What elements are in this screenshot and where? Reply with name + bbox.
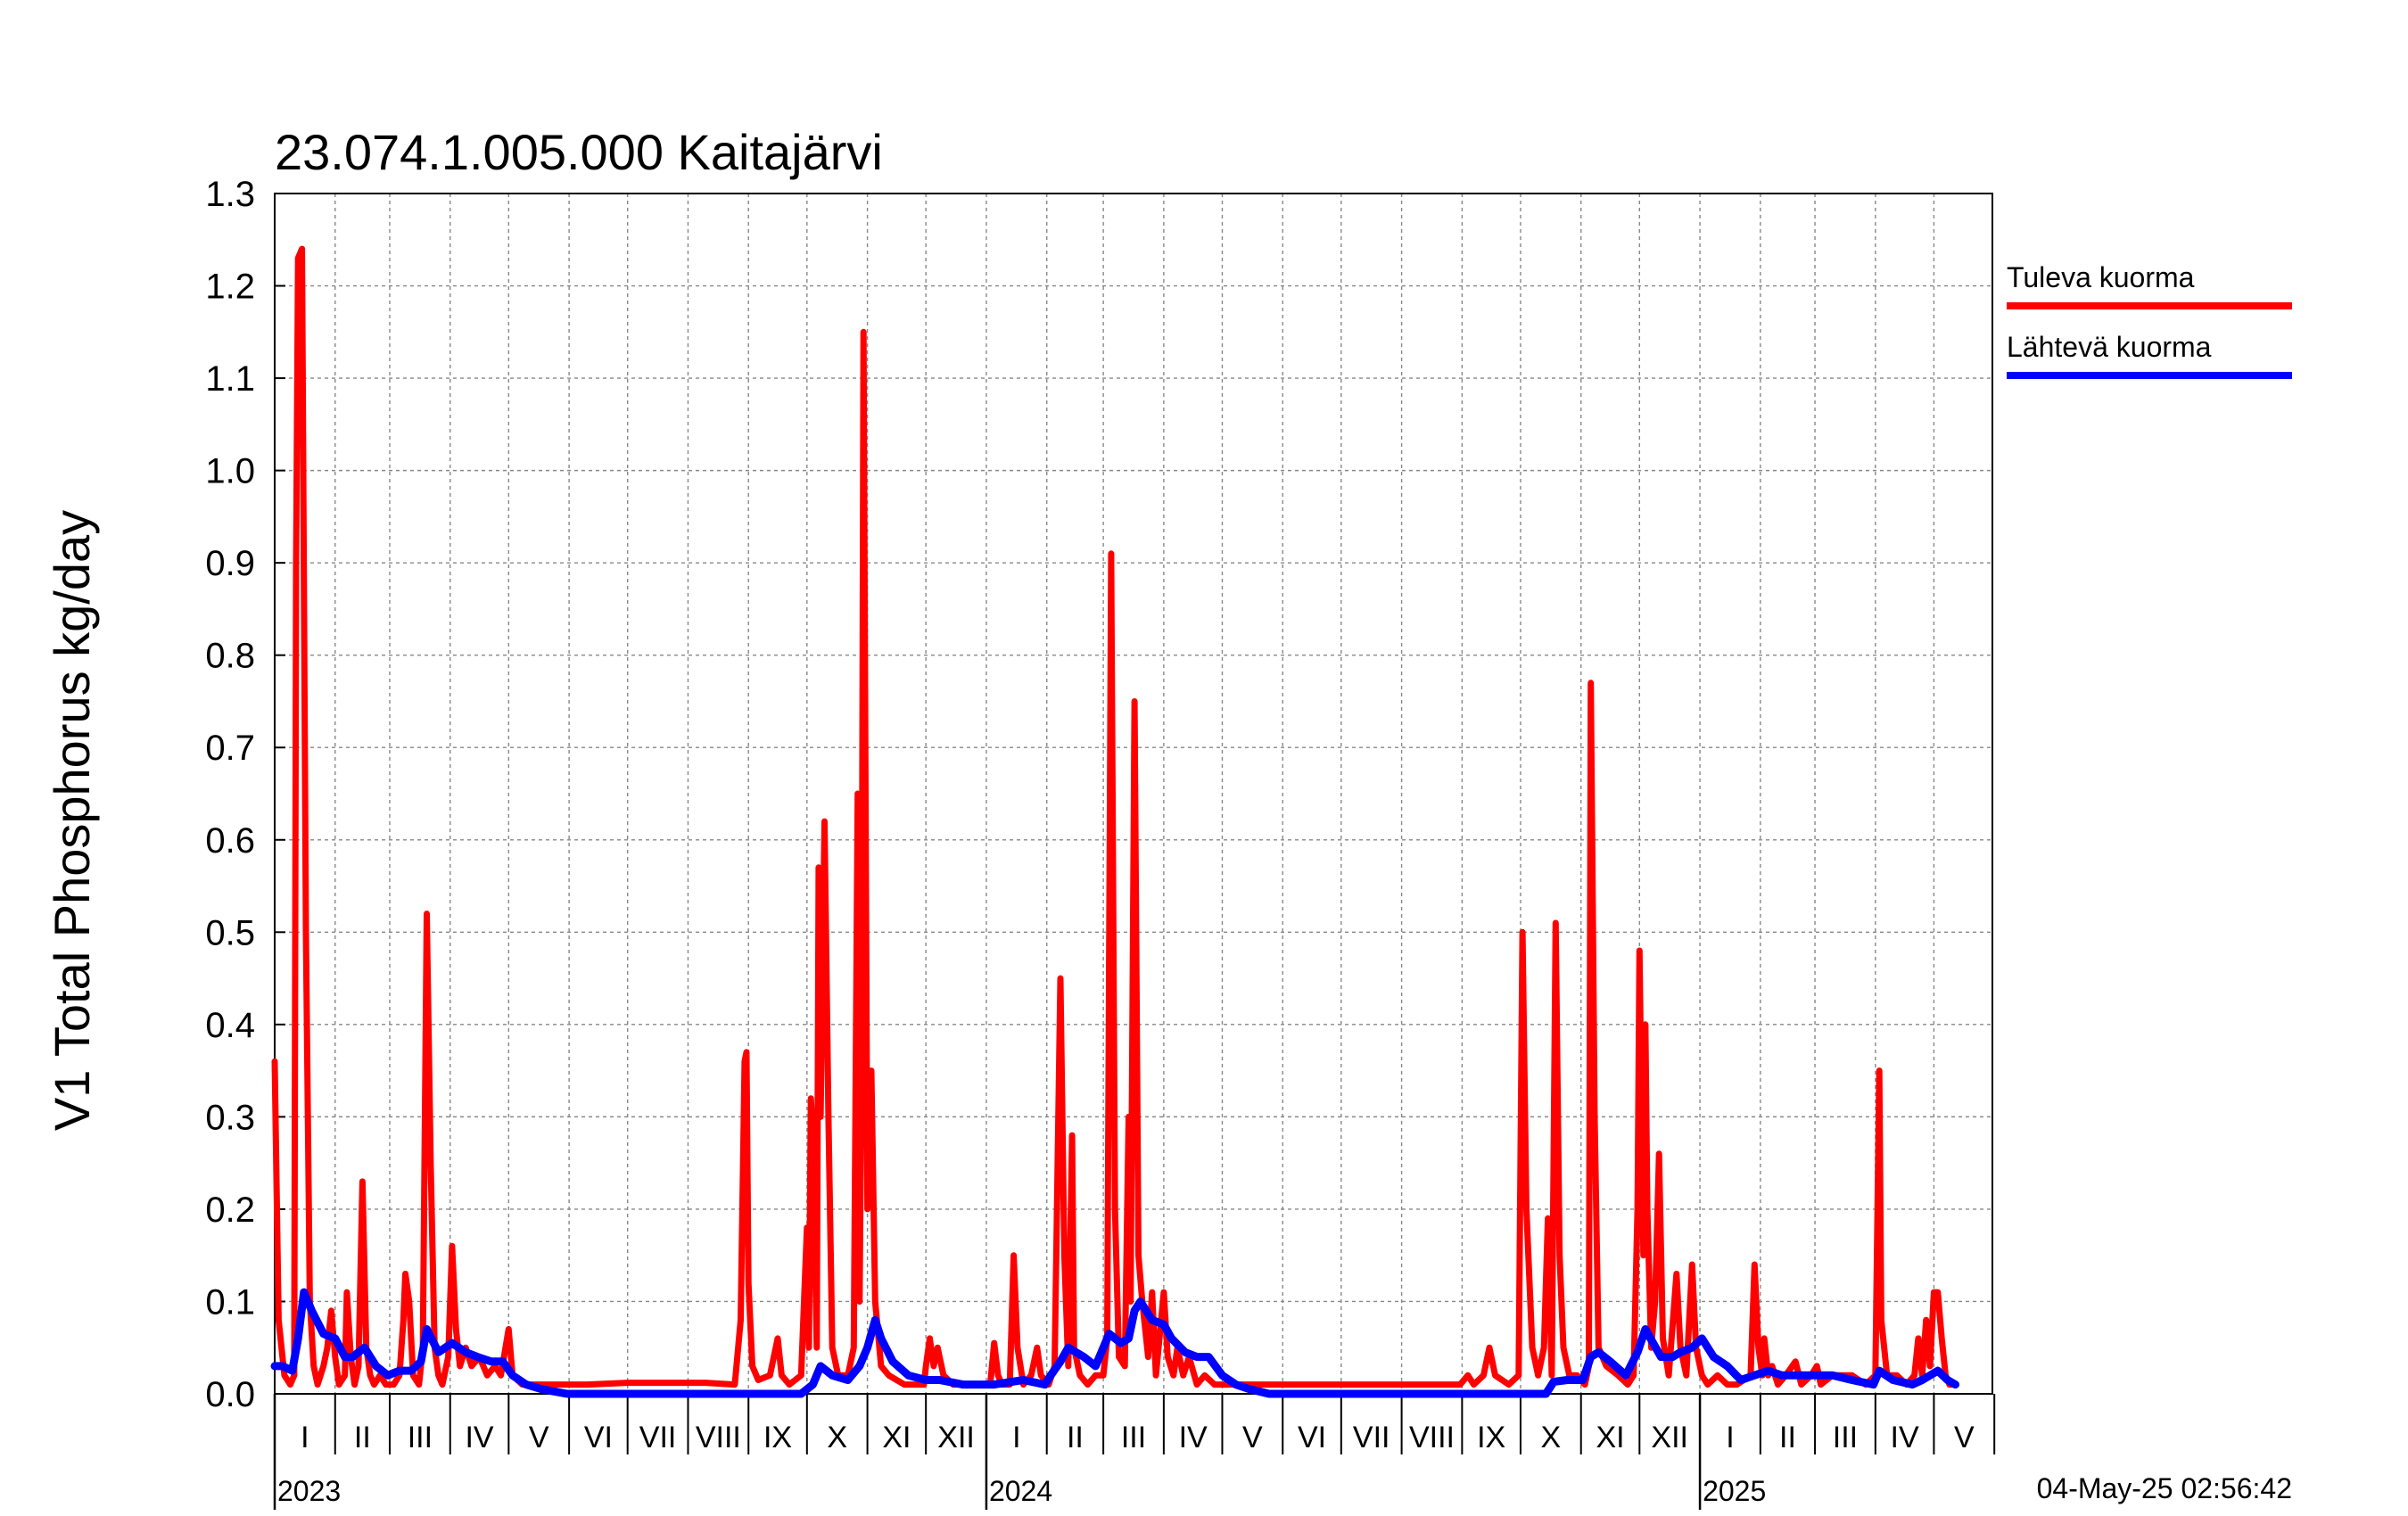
month-label: IX bbox=[1477, 1421, 1505, 1454]
month-label: II bbox=[354, 1421, 371, 1454]
month-label: V bbox=[1242, 1421, 1263, 1454]
month-label: V bbox=[1954, 1421, 1975, 1454]
y-tick-label: 0.1 bbox=[205, 1282, 255, 1322]
y-tick-label: 0.4 bbox=[205, 1006, 255, 1045]
month-label: XI bbox=[1596, 1421, 1624, 1454]
month-label: X bbox=[1540, 1421, 1561, 1454]
month-label: XII bbox=[1651, 1421, 1688, 1454]
y-tick-label: 0.5 bbox=[205, 913, 255, 952]
y-tick-label: 1.0 bbox=[205, 452, 255, 491]
series-line-tuleva-kuorma bbox=[271, 245, 1959, 1388]
year-label: 2024 bbox=[989, 1475, 1052, 1507]
month-label: VII bbox=[639, 1421, 677, 1454]
month-label: IV bbox=[465, 1421, 493, 1454]
y-tick-label: 0.2 bbox=[205, 1191, 255, 1230]
year-label: 2023 bbox=[277, 1475, 341, 1507]
month-label: II bbox=[1779, 1421, 1796, 1454]
month-label: X bbox=[827, 1421, 847, 1454]
x-axis: I II III IV V VI VII VIII IX X XI XII I II III IV V VI VII… bbox=[273, 1394, 1996, 1510]
month-label: III bbox=[1833, 1421, 1858, 1454]
month-label: V bbox=[529, 1421, 549, 1454]
month-label: II bbox=[1067, 1421, 1084, 1454]
y-tick-label: 1.3 bbox=[205, 175, 255, 214]
month-label: XI bbox=[882, 1421, 911, 1454]
month-label: I bbox=[1726, 1421, 1734, 1454]
y-tick-label: 0.6 bbox=[205, 821, 255, 861]
y-tick-label: 0.0 bbox=[205, 1375, 255, 1414]
legend-label-tuleva: Tuleva kuorma bbox=[2007, 261, 2195, 293]
series-layer bbox=[270, 245, 1959, 1398]
legend-label-lahteva: Lähtevä kuorma bbox=[2007, 331, 2212, 363]
month-label: VII bbox=[1353, 1421, 1390, 1454]
y-axis-ticks: 0.0 0.1 0.2 0.3 0.4 0.5 0.6 0.7 0.8 0.9 1.0 1.1 1.2 1… bbox=[205, 175, 285, 1414]
month-label: IX bbox=[763, 1421, 792, 1454]
y-tick-label: 1.1 bbox=[205, 359, 255, 399]
month-label: VIII bbox=[696, 1421, 741, 1454]
month-label: III bbox=[1121, 1421, 1146, 1454]
chart: 23.074.1.005.000 Kaitajärvi V1 Total Pho… bbox=[44, 124, 2292, 1510]
timestamp: 04-May-25 02:56:42 bbox=[2037, 1472, 2292, 1504]
y-tick-label: 0.7 bbox=[205, 729, 255, 768]
legend: Tuleva kuorma Lähtevä kuorma bbox=[2007, 261, 2292, 379]
month-label: IV bbox=[1891, 1421, 1919, 1454]
month-label: VIII bbox=[1409, 1421, 1455, 1454]
chart-title: 23.074.1.005.000 Kaitajärvi bbox=[275, 124, 883, 180]
month-label: I bbox=[1012, 1421, 1020, 1454]
y-tick-label: 1.2 bbox=[205, 268, 255, 307]
year-label: 2025 bbox=[1703, 1475, 1766, 1507]
y-axis-label: V1 Total Phosphorus kg/day bbox=[44, 510, 100, 1131]
month-label: IV bbox=[1179, 1421, 1208, 1454]
y-tick-label: 0.3 bbox=[205, 1098, 255, 1137]
month-label: VI bbox=[1298, 1421, 1326, 1454]
y-tick-label: 0.8 bbox=[205, 637, 255, 676]
month-label: XII bbox=[937, 1421, 975, 1454]
month-label: VI bbox=[584, 1421, 613, 1454]
month-label: III bbox=[408, 1421, 433, 1454]
y-tick-label: 0.9 bbox=[205, 544, 255, 583]
month-label: I bbox=[301, 1421, 309, 1454]
